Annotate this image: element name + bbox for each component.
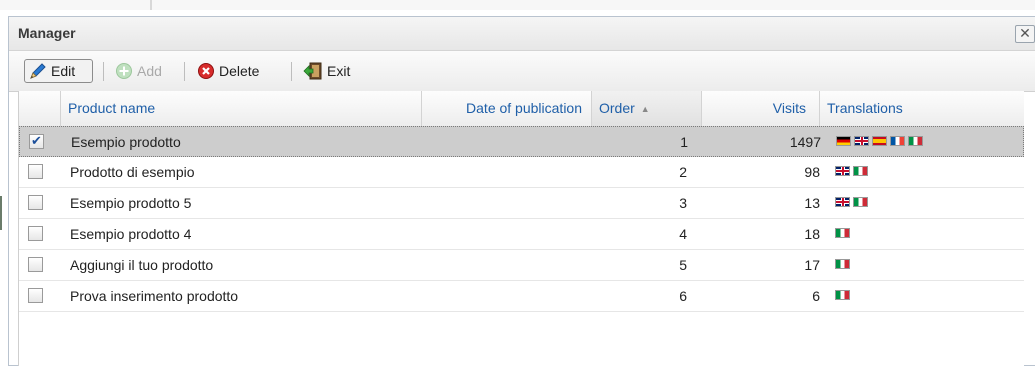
translations-cell <box>835 197 868 209</box>
delete-icon <box>198 63 214 79</box>
row-checkbox[interactable] <box>28 257 43 272</box>
product-name-cell: Esempio prodotto 5 <box>70 195 192 211</box>
flag-it-icon[interactable] <box>835 259 850 269</box>
table-row[interactable]: Prova inserimento prodotto 6 6 <box>19 281 1024 312</box>
product-name-cell: Prova inserimento prodotto <box>70 288 239 304</box>
column-header-order[interactable]: Order ▲ <box>592 91 702 126</box>
product-name-cell: Esempio prodotto 4 <box>70 226 192 242</box>
delete-label: Delete <box>219 63 260 79</box>
product-name-header-label: Product name <box>68 100 156 116</box>
edit-label: Edit <box>51 63 76 79</box>
delete-button[interactable]: Delete <box>197 59 259 83</box>
row-checkbox[interactable] <box>28 288 43 303</box>
flag-it-icon[interactable] <box>835 228 850 238</box>
table-row[interactable]: Esempio prodotto 4 4 18 <box>19 219 1024 250</box>
toolbar: Edit Add Delete Exit <box>9 51 1035 92</box>
title-bar: Manager ✕ <box>9 17 1035 51</box>
table-row[interactable]: Aggiungi il tuo prodotto 5 17 <box>19 250 1024 281</box>
add-label: Add <box>137 63 162 79</box>
translations-cell <box>835 228 850 240</box>
order-cell: 4 <box>679 226 687 242</box>
order-header-label: Order <box>599 100 635 116</box>
column-header-visits[interactable]: Visits <box>702 91 820 126</box>
product-table: Product name Date of publication Order ▲ … <box>18 91 1024 366</box>
exit-button[interactable]: Exit <box>303 59 350 83</box>
translations-header-label: Translations <box>827 100 903 116</box>
flag-gb-icon[interactable] <box>854 136 869 146</box>
product-name-cell: Prodotto di esempio <box>70 164 195 180</box>
close-icon: ✕ <box>1019 25 1031 41</box>
flag-gb-icon[interactable] <box>835 197 850 207</box>
flag-es-icon[interactable] <box>872 136 887 146</box>
toolbar-separator <box>103 62 104 81</box>
visits-cell: 13 <box>804 195 820 211</box>
product-name-cell: Esempio prodotto <box>71 134 181 150</box>
visits-header-label: Visits <box>772 100 806 116</box>
translations-cell <box>836 136 923 148</box>
background-edge <box>0 196 2 230</box>
table-row[interactable]: Prodotto di esempio 2 98 <box>19 157 1024 188</box>
row-checkbox[interactable] <box>28 226 43 241</box>
product-name-cell: Aggiungi il tuo prodotto <box>70 257 214 273</box>
translations-cell <box>835 166 868 178</box>
table-row[interactable]: Esempio prodotto 5 3 13 <box>19 188 1024 219</box>
flag-it-icon[interactable] <box>853 166 868 176</box>
flag-it-icon[interactable] <box>908 136 923 146</box>
table-row[interactable]: Esempio prodotto 1 1497 <box>19 126 1024 157</box>
select-column-header[interactable] <box>19 91 61 126</box>
order-cell: 2 <box>679 164 687 180</box>
edit-button[interactable]: Edit <box>24 59 93 83</box>
visits-cell: 17 <box>804 257 820 273</box>
column-header-date-of-publication[interactable]: Date of publication <box>422 91 592 126</box>
add-button[interactable]: Add <box>115 59 162 83</box>
flag-gb-icon[interactable] <box>835 166 850 176</box>
add-icon <box>116 63 132 79</box>
exit-door-icon <box>303 62 322 80</box>
visits-cell: 6 <box>812 288 820 304</box>
order-cell: 6 <box>679 288 687 304</box>
background-strip <box>0 0 1035 10</box>
visits-cell: 1497 <box>789 134 821 150</box>
order-cell: 3 <box>679 195 687 211</box>
manager-window: Manager ✕ Edit Add Delete Exit Product n… <box>8 16 1035 366</box>
flag-it-icon[interactable] <box>835 290 850 300</box>
flag-fr-icon[interactable] <box>890 136 905 146</box>
sort-ascending-icon: ▲ <box>640 103 650 114</box>
visits-cell: 98 <box>804 164 820 180</box>
exit-label: Exit <box>327 63 351 79</box>
row-checkbox[interactable] <box>29 126 44 156</box>
visits-cell: 18 <box>804 226 820 242</box>
column-header-product-name[interactable]: Product name <box>61 91 422 126</box>
toolbar-separator <box>184 62 185 81</box>
toolbar-separator <box>291 62 292 81</box>
table-header: Product name Date of publication Order ▲ … <box>19 91 1024 127</box>
order-cell: 5 <box>679 257 687 273</box>
order-cell: 1 <box>680 134 688 150</box>
row-checkbox[interactable] <box>28 164 43 179</box>
flag-de-icon[interactable] <box>836 136 851 146</box>
row-checkbox[interactable] <box>28 195 43 210</box>
window-title: Manager <box>18 25 76 41</box>
pencil-icon <box>30 63 46 79</box>
translations-cell <box>835 290 850 302</box>
flag-it-icon[interactable] <box>853 197 868 207</box>
date-header-label: Date of publication <box>466 100 582 116</box>
column-header-translations[interactable]: Translations <box>820 91 1024 126</box>
close-button[interactable]: ✕ <box>1015 25 1035 43</box>
translations-cell <box>835 259 850 271</box>
